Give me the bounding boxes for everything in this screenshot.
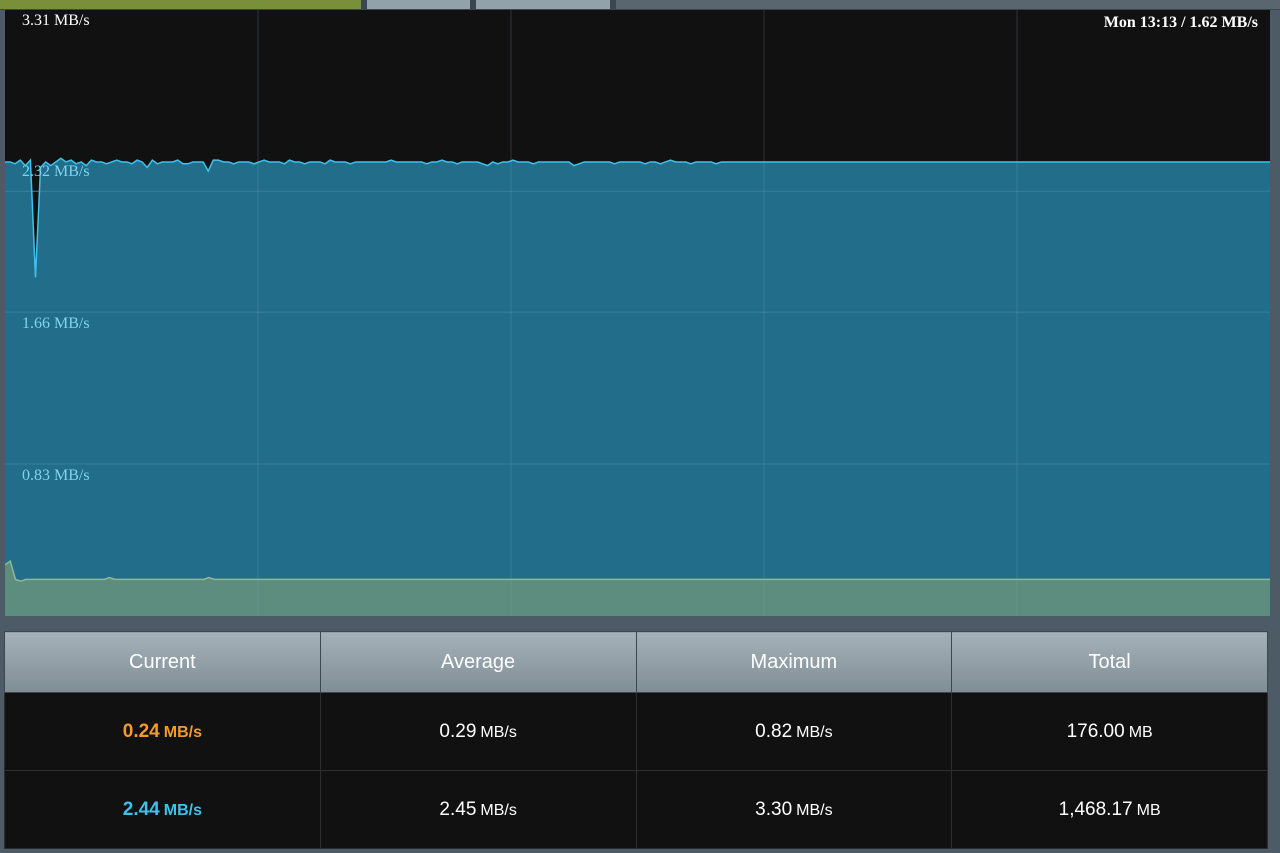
average-value: 0.29 (439, 720, 477, 742)
traffic-chart-svg (5, 10, 1270, 616)
header-average: Average (319, 631, 637, 693)
y-tick-label: 2.32 MB/s (22, 163, 90, 180)
current-cell: 0.24 MB/s (4, 692, 321, 771)
current-value: 2.44 (122, 798, 160, 820)
maximum-unit: MB/s (796, 801, 833, 819)
average-unit: MB/s (480, 723, 517, 741)
stats-header-row: Current Average Maximum Total (4, 631, 1268, 693)
status-readout: Mon 13:13 / 1.62 MB/s (1103, 14, 1258, 31)
series-area-upload (5, 158, 1270, 616)
average-cell: 2.45 MB/s (319, 770, 637, 849)
current-cell: 2.44 MB/s (4, 770, 321, 849)
total-value: 1,468.17 (1058, 798, 1133, 820)
header-maximum: Maximum (635, 631, 953, 693)
average-value: 2.45 (439, 798, 477, 820)
traffic-monitor: 3.31 MB/s 2.32 MB/s 1.66 MB/s 0.83 MB/s … (0, 0, 1280, 853)
average-cell: 0.29 MB/s (319, 692, 637, 771)
y-tick-label: 3.31 MB/s (22, 12, 90, 29)
average-unit: MB/s (480, 801, 517, 819)
stats-row-download: 2.44 MB/s 2.45 MB/s 3.30 MB/s 1,468.17 MB (4, 770, 1268, 849)
total-cell: 176.00 MB (951, 692, 1268, 771)
total-unit: MB (1128, 723, 1153, 741)
header-total: Total (951, 631, 1268, 693)
current-unit: MB/s (163, 723, 202, 741)
y-tick-label: 1.66 MB/s (22, 315, 90, 332)
total-cell: 1,468.17 MB (951, 770, 1268, 849)
stats-table: Current Average Maximum Total 0.24 MB/s 0… (4, 631, 1268, 849)
tab-realtime[interactable] (0, 0, 361, 9)
maximum-value: 0.82 (755, 720, 793, 742)
tab-strip-remainder (616, 0, 1280, 9)
maximum-unit: MB/s (796, 723, 833, 741)
y-tick-label: 0.83 MB/s (22, 467, 90, 484)
tab-3[interactable] (476, 0, 610, 9)
traffic-chart: 3.31 MB/s 2.32 MB/s 1.66 MB/s 0.83 MB/s … (5, 10, 1270, 616)
maximum-cell: 0.82 MB/s (635, 692, 953, 771)
maximum-cell: 3.30 MB/s (635, 770, 953, 849)
current-unit: MB/s (163, 801, 202, 819)
tab-2[interactable] (367, 0, 470, 9)
tab-strip (0, 0, 1280, 10)
header-current: Current (4, 631, 321, 693)
total-value: 176.00 (1066, 720, 1125, 742)
total-unit: MB (1136, 801, 1161, 819)
stats-row-upload: 0.24 MB/s 0.29 MB/s 0.82 MB/s 176.00 MB (4, 692, 1268, 771)
current-value: 0.24 (122, 720, 160, 742)
maximum-value: 3.30 (755, 798, 793, 820)
